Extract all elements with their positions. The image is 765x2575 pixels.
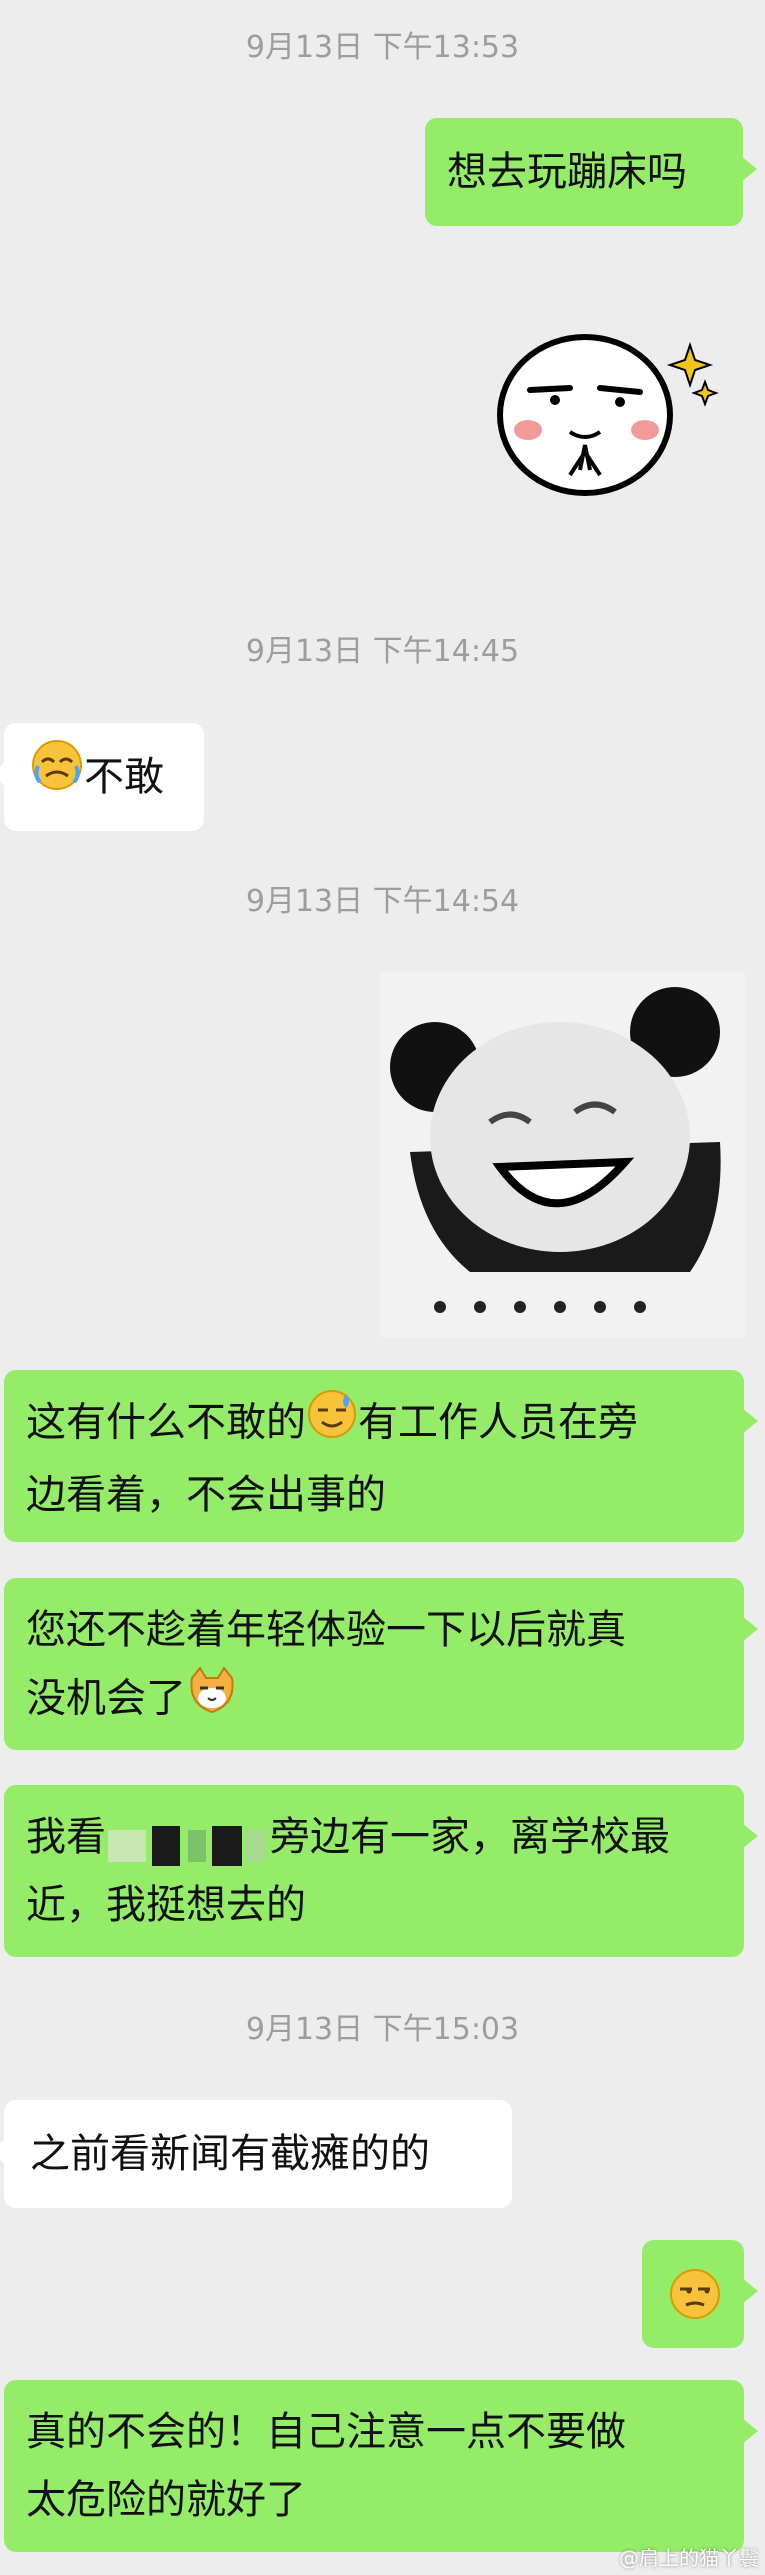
message-text: 想去玩蹦床吗 — [447, 149, 687, 195]
message-received-1[interactable]: 不敢 — [0, 723, 204, 833]
message-sent-6[interactable]: 真的不会的！自己注意一点不要做 太危险的就好了 — [4, 2380, 758, 2552]
redacted-text — [108, 1819, 268, 1866]
message-text-line: 我看 — [26, 1814, 106, 1860]
panda-laugh-sticker[interactable] — [380, 972, 745, 1337]
timestamp-3: 9月13日 下午14:54 — [245, 884, 520, 919]
sweat-smile-icon — [306, 1388, 358, 1461]
message-text-line: 旁边有一家，离学校最 — [270, 1814, 670, 1860]
unamused-face-icon — [668, 2267, 722, 2342]
message-sent-5[interactable] — [642, 2240, 758, 2348]
message-text-line: 边看着，不会出事的 — [26, 1472, 386, 1518]
message-sent-1[interactable]: 想去玩蹦床吗 — [425, 118, 757, 226]
message-text-line: 太危险的就好了 — [26, 2477, 306, 2523]
cat-face-icon — [186, 1664, 238, 1737]
message-text: 之前看新闻有截瘫的的 — [30, 2131, 430, 2177]
message-text-line: 您还不趁着年轻体验一下以后就真 — [26, 1607, 626, 1653]
message-text-line: 真的不会的！自己注意一点不要做 — [26, 2409, 626, 2455]
message-text-line: 这有什么不敢的 — [26, 1399, 306, 1446]
message-text-line: 有工作人员在旁 — [358, 1399, 638, 1446]
timestamp-4: 9月13日 下午15:03 — [245, 2012, 520, 2047]
timestamp-2: 9月13日 下午14:45 — [245, 634, 520, 669]
watermark: @肩上的猫丫鬟 — [619, 2546, 759, 2570]
message-sent-2[interactable]: 这有什么不敢的 有工作人员在旁 边看着，不会出事的 — [4, 1370, 758, 1542]
timestamp-1: 9月13日 下午13:53 — [245, 30, 520, 65]
message-text-line: 没机会了 — [26, 1675, 186, 1722]
crying-face-icon — [30, 725, 84, 833]
message-received-2[interactable]: 之前看新闻有截瘫的的 — [0, 2100, 512, 2208]
message-text: 不敢 — [84, 754, 164, 800]
message-text-line: 近，我挺想去的 — [26, 1882, 306, 1928]
message-sent-3[interactable]: 您还不趁着年轻体验一下以后就真 没机会了 — [4, 1578, 758, 1750]
smirk-bun-sticker[interactable] — [490, 320, 730, 510]
message-sent-4[interactable]: 我看 旁边有一家，离学校最 近，我挺想去的 — [4, 1785, 758, 1957]
